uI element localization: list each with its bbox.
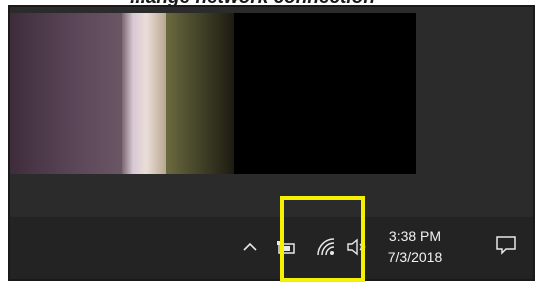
battery-icon[interactable] bbox=[276, 239, 296, 255]
video-frame-mid bbox=[166, 13, 234, 174]
chevron-up-icon[interactable] bbox=[242, 239, 258, 255]
desktop-area bbox=[10, 7, 533, 215]
screenshot-frame: 3:38 PM 7/3/2018 bbox=[8, 5, 535, 281]
media-window bbox=[10, 13, 416, 174]
taskbar: 3:38 PM 7/3/2018 bbox=[10, 217, 533, 279]
action-center-icon[interactable] bbox=[495, 234, 517, 256]
clock-time: 3:38 PM bbox=[388, 228, 442, 244]
clock-date: 7/3/2018 bbox=[387, 249, 443, 265]
volume-icon[interactable] bbox=[346, 237, 368, 257]
video-frame-left bbox=[10, 13, 122, 174]
wifi-icon[interactable] bbox=[316, 237, 336, 257]
video-frame-light bbox=[122, 13, 166, 174]
system-clock[interactable]: 3:38 PM 7/3/2018 bbox=[383, 226, 447, 268]
